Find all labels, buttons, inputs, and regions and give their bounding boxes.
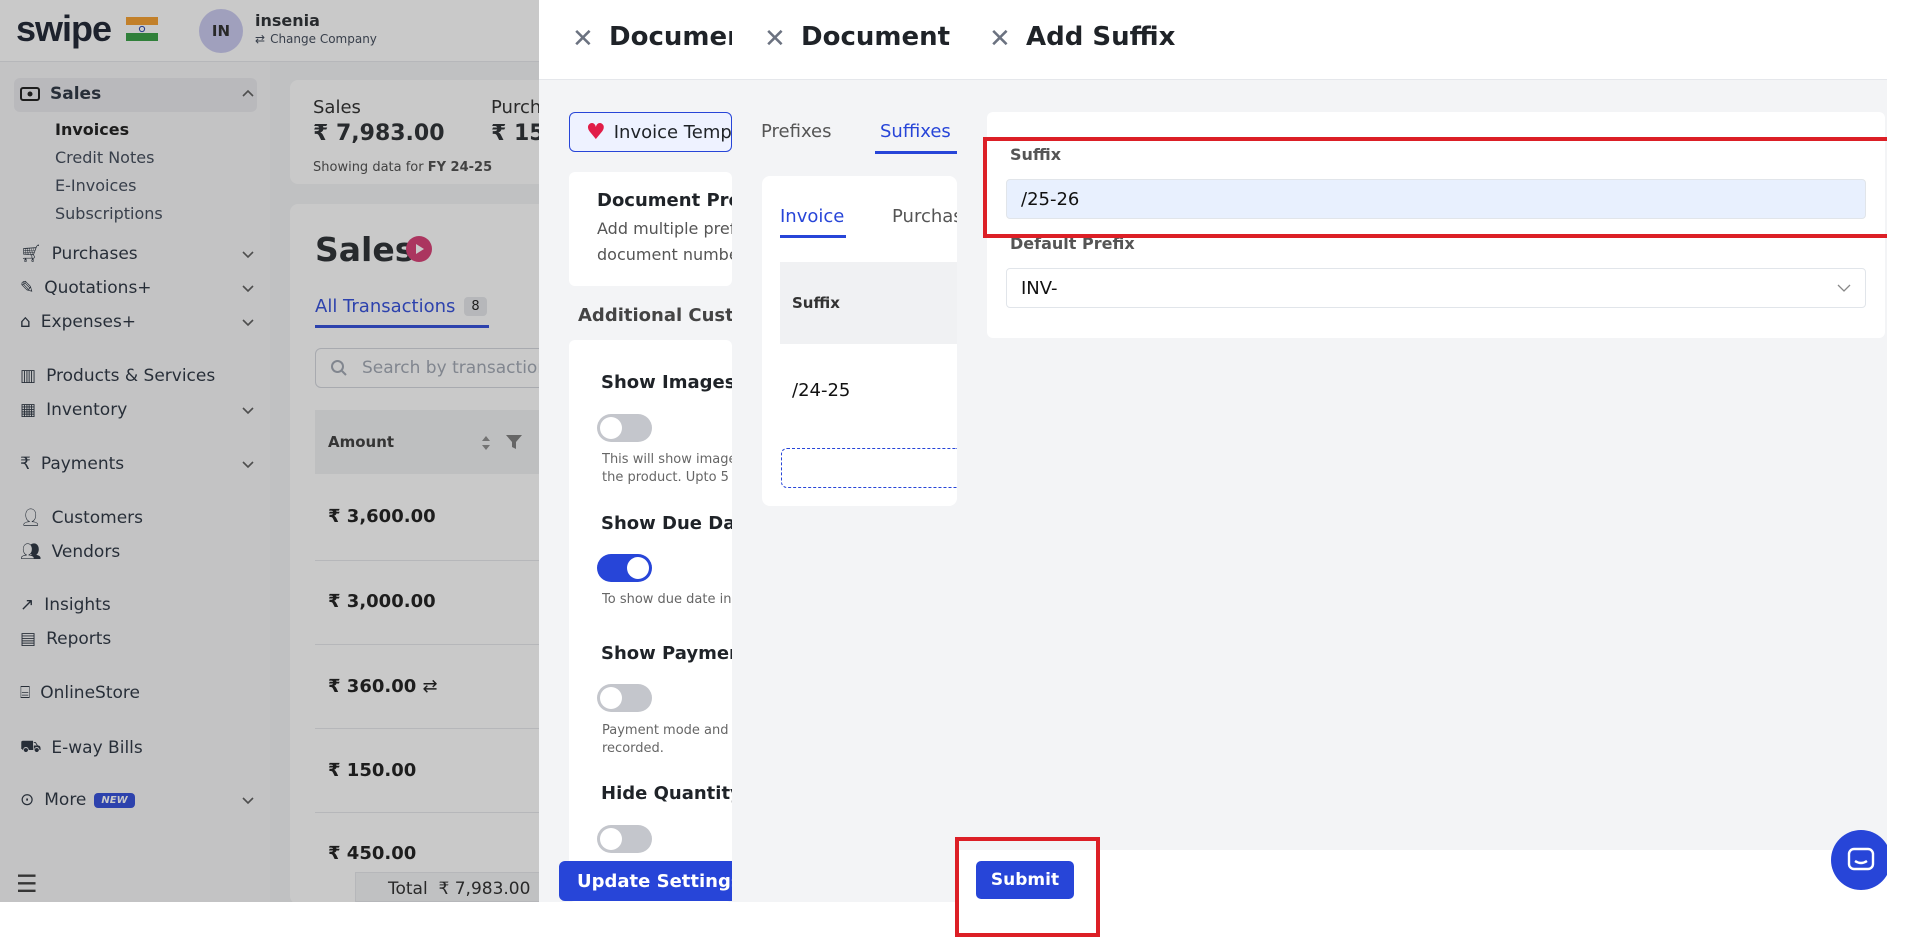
drawer-title: Document Prefixes: [801, 22, 957, 52]
option-description: This will show images the product. Upto 5: [602, 452, 732, 485]
hide-quantity-toggle[interactable]: [597, 825, 652, 853]
option-title: Hide Quantity: [601, 783, 732, 804]
active-tab-indicator: [875, 151, 957, 154]
section-heading: Additional Customizations: [578, 305, 732, 326]
tab-purchase[interactable]: Purchase: [892, 206, 957, 227]
chat-support-button[interactable]: [1831, 830, 1891, 890]
drawer-title: Add Suffix: [1026, 22, 1176, 52]
active-subtab-indicator: [780, 235, 846, 238]
heart-icon: ♥: [586, 119, 606, 145]
default-prefix-select[interactable]: INV-: [1006, 268, 1866, 308]
card-title: Document Prefixes: [597, 190, 732, 211]
close-icon[interactable]: ✕: [764, 24, 786, 54]
column-header-suffix: Suffix: [792, 294, 840, 312]
close-icon[interactable]: ✕: [572, 24, 594, 54]
show-images-toggle[interactable]: [597, 414, 652, 442]
tab-suffixes[interactable]: Suffixes: [880, 121, 951, 142]
option-description: Payment mode and recorded.: [602, 723, 729, 756]
option-title: Show Images: [601, 372, 732, 393]
invoice-templates-button[interactable]: ♥ Invoice Templates: [569, 112, 732, 152]
chat-icon: [1847, 847, 1875, 871]
drawer-title: Document Settings: [609, 22, 732, 52]
option-title: Show Due Date: [601, 513, 732, 534]
highlight-box-suffix: [983, 137, 1900, 238]
drawer-footer: [957, 850, 1915, 902]
tab-prefixes[interactable]: Prefixes: [761, 121, 832, 142]
close-icon[interactable]: ✕: [989, 24, 1011, 54]
card-description: Add multiple prefixesdocument numbers: [597, 219, 732, 264]
show-payments-toggle[interactable]: [597, 684, 652, 712]
suffix-row-value[interactable]: /24-25: [792, 380, 850, 401]
option-title: Show Payments: [601, 643, 732, 664]
option-description: To show due date in: [602, 592, 732, 607]
highlight-box-submit-bottom: [955, 837, 1100, 937]
update-settings-button[interactable]: Update Settings: [559, 861, 732, 901]
chevron-down-icon: [1837, 284, 1851, 292]
show-due-date-toggle[interactable]: [597, 554, 652, 582]
button-label: Invoice Templates: [613, 121, 732, 143]
tab-invoice[interactable]: Invoice: [780, 206, 844, 227]
add-suffix-dashed-button[interactable]: [781, 448, 957, 488]
right-edge: [1887, 0, 1915, 902]
